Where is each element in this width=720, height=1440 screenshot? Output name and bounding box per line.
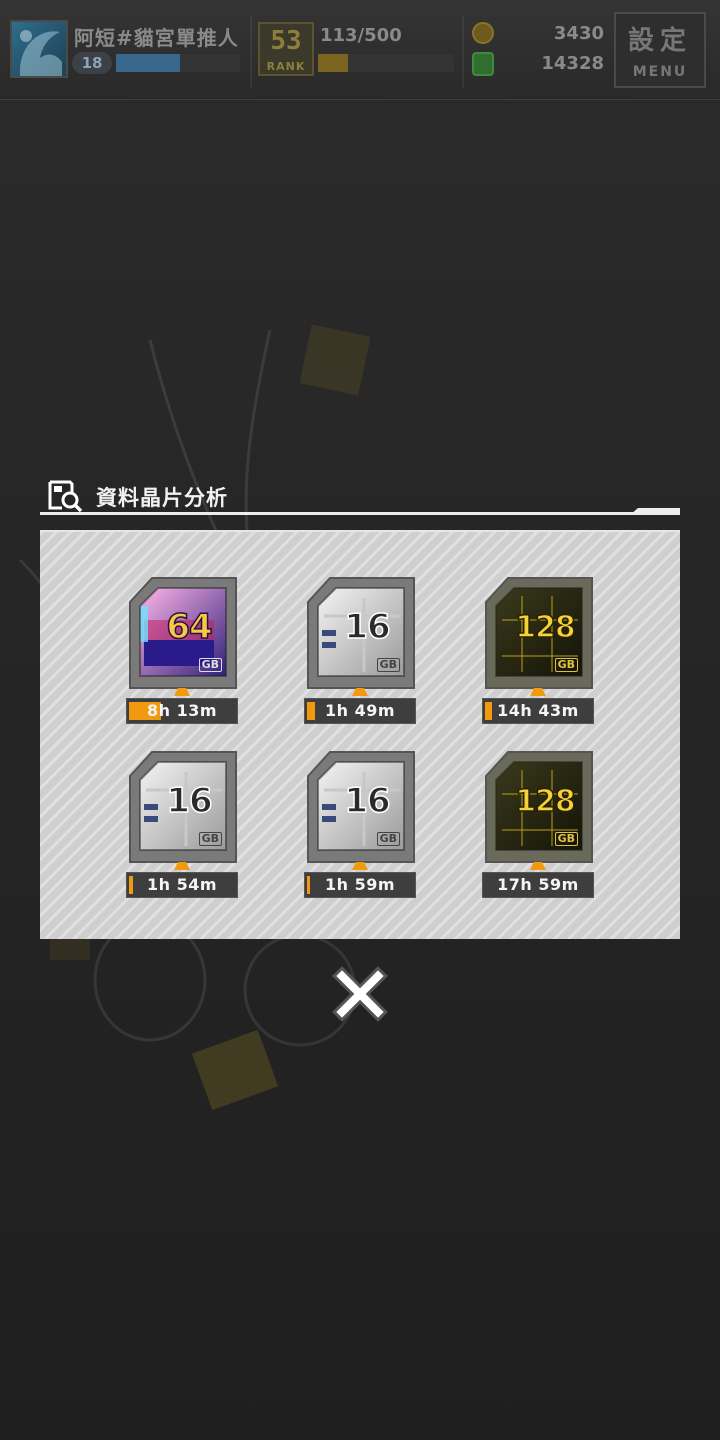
coin-icon <box>472 22 494 44</box>
stamina-bar-fill <box>318 54 348 72</box>
rank-badge: 53 RANK <box>258 22 314 76</box>
chip-unit: GB <box>198 832 222 846</box>
data-chip-icon: 128 GB <box>482 750 594 866</box>
exp-bar <box>116 54 240 72</box>
chip-timer: 8h 13m <box>126 698 238 724</box>
chip-capacity: 128 <box>514 609 576 646</box>
chip-capacity: 16 <box>344 780 392 822</box>
chip-unit: GB <box>376 658 400 672</box>
avatar-icon <box>20 30 62 76</box>
player-avatar[interactable] <box>10 20 68 78</box>
menu-button-label: 設定 <box>627 26 692 56</box>
chip-timer: 1h 59m <box>304 872 416 898</box>
player-level: 18 <box>72 52 112 74</box>
chip-timer-text: 1h 59m <box>324 875 396 894</box>
chip-timer-text: 8h 13m <box>146 701 218 720</box>
hud-divider <box>462 16 464 88</box>
top-status-bar: 阿短#貓宮單推人 18 53 RANK 113/500 3430 14328 設… <box>0 0 720 100</box>
player-name: 阿短#貓宮單推人 <box>74 26 239 50</box>
menu-button-sublabel: MENU <box>632 64 688 80</box>
close-icon[interactable] <box>330 964 390 1024</box>
chip-unit: GB <box>554 832 578 846</box>
data-chip-slot[interactable]: 128 GB 17h 59m <box>482 750 594 902</box>
data-chip-slot[interactable]: 64 GB 8h 13m <box>126 576 238 728</box>
stamina-bar <box>318 54 454 72</box>
chip-capacity: 128 <box>514 783 576 820</box>
rank-number: 53 <box>270 26 302 56</box>
dialog-title-underline <box>40 512 680 515</box>
chip-timer-text: 1h 49m <box>324 701 396 720</box>
settings-menu-button[interactable]: 設定 MENU <box>614 12 706 88</box>
rank-label: RANK <box>266 60 306 73</box>
coin-count: 3430 <box>553 23 604 44</box>
stamina-value: 113/500 <box>320 25 402 46</box>
gem-icon <box>472 52 494 76</box>
chip-timer: 14h 43m <box>482 698 594 724</box>
data-chip-icon: 64 GB <box>126 576 238 692</box>
chip-capacity: 16 <box>344 606 392 648</box>
data-chip-slot[interactable]: 16 GB 1h 59m <box>304 750 416 902</box>
dialog-title-tab <box>630 508 680 515</box>
gem-count: 14328 <box>541 53 604 74</box>
chip-timer: 17h 59m <box>482 872 594 898</box>
hud-divider <box>250 16 252 88</box>
chip-timer: 1h 49m <box>304 698 416 724</box>
chip-grid-panel: 64 GB 8h 13m 16 GB 1h 49m 128 GB 14h 43m… <box>40 530 680 939</box>
data-chip-slot[interactable]: 128 GB 14h 43m <box>482 576 594 728</box>
chip-capacity: 64 <box>166 606 214 648</box>
data-chip-slot[interactable]: 16 GB 1h 54m <box>126 750 238 902</box>
dialog-header: 資料晶片分析 <box>40 476 680 520</box>
data-chip-icon: 128 GB <box>482 576 594 692</box>
data-chip-icon: 16 GB <box>304 576 416 692</box>
dialog-title: 資料晶片分析 <box>96 486 228 510</box>
chip-unit: GB <box>198 658 222 672</box>
data-chip-icon: 16 GB <box>126 750 238 866</box>
exp-bar-fill <box>116 54 181 72</box>
chip-unit: GB <box>554 658 578 672</box>
chip-unit: GB <box>376 832 400 846</box>
chip-timer-text: 17h 59m <box>497 875 579 894</box>
chip-timer-text: 14h 43m <box>497 701 579 720</box>
chip-search-icon <box>48 480 83 512</box>
chip-capacity: 16 <box>166 780 214 822</box>
chip-timer-text: 1h 54m <box>146 875 218 894</box>
chip-timer: 1h 54m <box>126 872 238 898</box>
data-chip-slot[interactable]: 16 GB 1h 49m <box>304 576 416 728</box>
data-chip-icon: 16 GB <box>304 750 416 866</box>
